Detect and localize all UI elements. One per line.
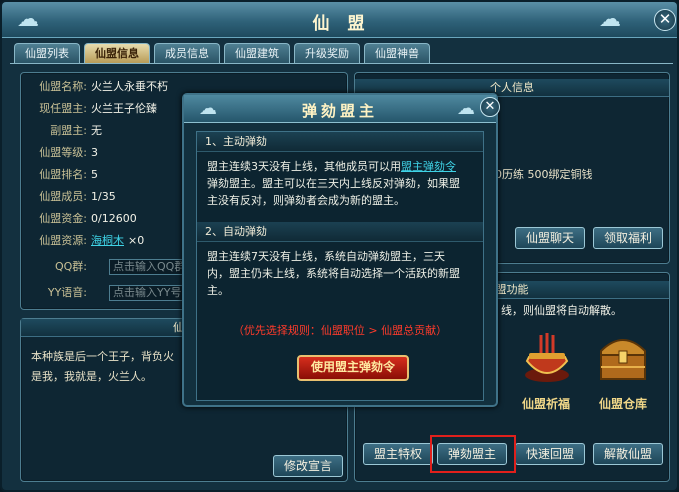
priority-rule-text: （优先选择规则：仙盟职位 > 仙盟总贡献） [232, 324, 448, 337]
claim-benefits-button[interactable]: 领取福利 [593, 227, 663, 249]
disband-guild-button[interactable]: 解散仙盟 [593, 443, 663, 465]
yy-label-row: YY语音: [47, 286, 87, 299]
warehouse-label: 仙盟仓库 [598, 397, 647, 411]
info-row-vice-leader: 副盟主: 无 [50, 124, 102, 137]
qq-label-row: QQ群: [54, 260, 87, 273]
resource-link[interactable]: 海桐木 [91, 234, 124, 247]
impeach-dialog: ☁ 弹劾盟主 ☁ ✕ 1、主动弹劾 盟主连续3天没有上线，其他成员可以用盟主弹劾… [182, 93, 500, 407]
announcement-text-line1: 本种族是后一个王子，背负火 [31, 350, 174, 363]
info-row-members: 仙盟成员: 1/35 [39, 190, 116, 203]
announcement-text-line2: 是我，我就是，火兰人。 [31, 370, 152, 383]
impeach-token-link[interactable]: 盟主弹劾令 [401, 160, 456, 173]
auto-impeach-line2: 内，盟主仍未上线，系统将自动选择一个活跃的新盟 [207, 267, 460, 280]
tab-guild-beast[interactable]: 仙盟神兽 [364, 43, 430, 63]
cloud-ornament-right-icon: ☁ [599, 7, 621, 32]
window-title: 仙 盟 [312, 14, 371, 34]
edit-declaration-button[interactable]: 修改宣言 [273, 455, 343, 477]
title-bar: ☁ 仙 盟 ☁ ✕ [2, 2, 677, 38]
active-impeach-section-title: 1、主动弹劾 [197, 132, 483, 152]
info-row-resource: 仙盟资源: 海桐木 ×0 [39, 234, 145, 247]
treasure-chest-icon[interactable] [595, 329, 651, 383]
tab-upgrade-rewards[interactable]: 升级奖励 [294, 43, 360, 63]
dialog-title-bar: ☁ 弹劾盟主 ☁ [184, 95, 496, 123]
info-row-rank: 仙盟排名: 5 [39, 168, 98, 181]
guild-chat-button[interactable]: 仙盟聊天 [515, 227, 585, 249]
guild-window: ☁ 仙 盟 ☁ ✕ 仙盟列表 仙盟信息 成员信息 仙盟建筑 升级奖励 仙盟神兽 … [0, 0, 679, 492]
dialog-close-button[interactable]: ✕ [480, 97, 500, 117]
blessing-incense-icon[interactable] [519, 331, 575, 385]
close-window-button[interactable]: ✕ [654, 9, 676, 31]
info-row-level: 仙盟等级: 3 [39, 146, 98, 159]
quick-return-button[interactable]: 快速回盟 [515, 443, 585, 465]
tab-guild-buildings[interactable]: 仙盟建筑 [224, 43, 290, 63]
active-impeach-line3: 主没有反对，则弹劾者会成为新的盟主。 [207, 194, 405, 207]
use-impeach-token-button[interactable]: 使用盟主弹劾令 [297, 355, 409, 381]
tab-member-info[interactable]: 成员信息 [154, 43, 220, 63]
leader-privilege-button[interactable]: 盟主特权 [363, 443, 433, 465]
tab-divider [10, 63, 673, 64]
tab-guild-list[interactable]: 仙盟列表 [14, 43, 80, 63]
blessing-label: 仙盟祈福 [521, 397, 570, 411]
info-row-leader: 现任盟主: 火兰王子伦臻 [39, 102, 157, 115]
tab-guild-info[interactable]: 仙盟信息 [84, 43, 150, 63]
daily-reward-text: 0历练 500绑定铜钱 [495, 168, 593, 181]
info-row-name: 仙盟名称: 火兰人永垂不朽 [39, 80, 168, 93]
auto-impeach-section-title: 2、自动弹劾 [197, 222, 483, 242]
auto-impeach-line1: 盟主连续7天没有上线，系统自动弹劾盟主，三天 [207, 250, 445, 263]
active-impeach-line1: 盟主连续3天没有上线，其他成员可以用盟主弹劾令 [207, 160, 456, 173]
dialog-body: 1、主动弹劾 盟主连续3天没有上线，其他成员可以用盟主弹劾令 弹劾盟主。盟主可以… [196, 131, 484, 401]
impeach-button-highlight [430, 435, 516, 473]
auto-impeach-line3: 主。 [207, 284, 229, 297]
disband-notice: 线，则仙盟将自动解散。 [501, 304, 622, 317]
active-impeach-line2: 弹劾盟主。盟主可以在三天内上线反对弹劾，如果盟 [207, 177, 460, 190]
info-row-funds: 仙盟资金: 0/12600 [39, 212, 137, 225]
